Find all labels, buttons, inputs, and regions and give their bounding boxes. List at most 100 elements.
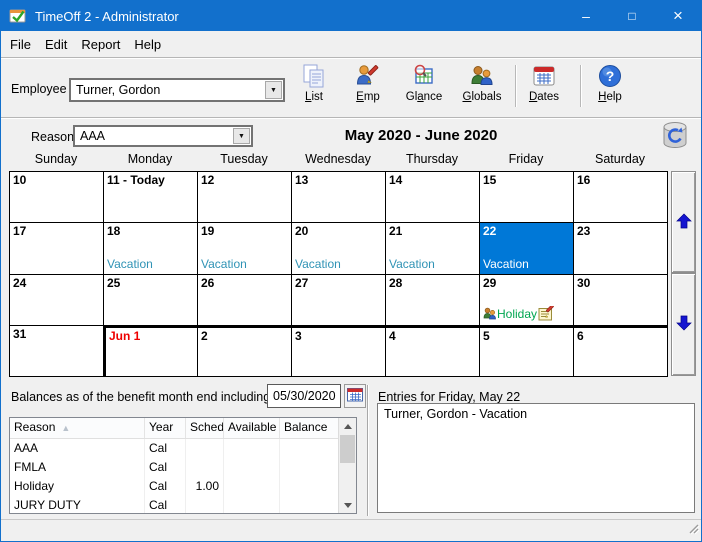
column-header-reason[interactable]: Reason ▲ (10, 418, 145, 438)
cell-entry[interactable]: Vacation (483, 257, 529, 271)
toolbar-button-list[interactable]: List (289, 63, 339, 113)
table-row[interactable]: FMLA Cal (10, 458, 356, 477)
calendar-cell-5[interactable]: 5 (480, 325, 574, 377)
table-row[interactable]: AAA Cal (10, 439, 356, 458)
calendar-cell-25[interactable]: 25 (104, 274, 198, 326)
calendar-cell-12[interactable]: 12 (198, 172, 292, 224)
calendar-cell-26[interactable]: 26 (198, 274, 292, 326)
toolbar-button-help[interactable]: ? Help (585, 63, 635, 113)
scroll-up-button[interactable] (671, 171, 696, 273)
table-cell (186, 439, 224, 458)
calendar-cell-23[interactable]: 23 (574, 223, 668, 275)
table-cell: JURY DUTY (10, 496, 145, 513)
calendar-cell-21[interactable]: 21 Vacation (386, 223, 480, 275)
calendar-cell-24[interactable]: 24 (10, 274, 104, 326)
calendar-cell-3[interactable]: 3 (292, 325, 386, 377)
reason-dropdown-arrow-icon[interactable]: ▼ (233, 128, 250, 144)
balances-date-input[interactable]: 05/30/2020 (267, 384, 341, 408)
window-title: TimeOff 2 - Administrator (35, 8, 179, 24)
day-number: 27 (295, 275, 309, 290)
toolbar-button-glance[interactable]: Glance (399, 63, 449, 113)
scroll-down-button[interactable] (671, 273, 696, 376)
cell-entry[interactable]: Holiday (483, 305, 554, 322)
day-header-saturday: Saturday (594, 152, 646, 166)
day-number: 19 (201, 224, 215, 239)
cell-entry[interactable]: Vacation (107, 257, 153, 271)
close-button[interactable]: × (655, 1, 701, 31)
calendar-cell-15[interactable]: 15 (480, 172, 574, 224)
note-icon (538, 305, 554, 321)
window-controls: – □ × (563, 1, 701, 31)
calendar-cell-2[interactable]: 2 (198, 325, 292, 377)
entries-listbox[interactable]: Turner, Gordon - Vacation (377, 403, 695, 513)
toolbar-label: List (305, 91, 323, 103)
table-cell: 1.00 (186, 477, 224, 496)
reason-value: AAA (80, 129, 106, 143)
menu-item-file[interactable]: File (3, 33, 38, 56)
maximize-button[interactable]: □ (609, 1, 655, 31)
reason-combobox[interactable]: AAA ▼ (73, 125, 253, 147)
balances-table-header: Reason ▲ Year Sched Available Balance (10, 418, 356, 439)
menu-item-edit[interactable]: Edit (38, 33, 74, 56)
glance-icon (414, 64, 433, 84)
column-header-sched[interactable]: Sched (186, 418, 224, 438)
cell-entry[interactable]: Vacation (389, 257, 435, 271)
day-header-friday: Friday (508, 152, 544, 166)
recycle-icon (663, 122, 687, 148)
toolbar-label: Help (598, 91, 622, 103)
scroll-up-icon (675, 213, 692, 228)
calendar-cell-13[interactable]: 13 (292, 172, 386, 224)
app-window: TimeOff 2 - Administrator – □ × File Edit… (0, 0, 702, 542)
calendar-cell-jun-1[interactable]: Jun 1 (104, 325, 198, 377)
calendar-cell-10[interactable]: 10 (10, 172, 104, 224)
day-number: 5 (483, 328, 490, 343)
calendar-cell-27[interactable]: 27 (292, 274, 386, 326)
calendar-cell-31[interactable]: 31 (10, 325, 104, 377)
day-number: 24 (13, 275, 27, 290)
cell-entry[interactable]: Vacation (201, 257, 247, 271)
calendar-cell-14[interactable]: 14 (386, 172, 480, 224)
table-cell: Cal (145, 439, 186, 458)
calendar-cell-6[interactable]: 6 (574, 325, 668, 377)
toolbar-button-dates[interactable]: Dates (519, 63, 569, 113)
minimize-button[interactable]: – (563, 1, 609, 31)
entry-text: Vacation (389, 256, 435, 271)
mini-calendar-icon (347, 387, 363, 406)
resize-grip-icon[interactable] (688, 522, 700, 540)
calendar-cell-28[interactable]: 28 (386, 274, 480, 326)
column-header-balance[interactable]: Balance (280, 418, 339, 438)
calendar-cell-18[interactable]: 18 Vacation (104, 223, 198, 275)
entries-item[interactable]: Turner, Gordon - Vacation (384, 407, 688, 421)
table-row[interactable]: JURY DUTY Cal (10, 496, 356, 513)
cell-entry[interactable]: Vacation (295, 257, 341, 271)
toolbar-button-globals[interactable]: Globals (457, 63, 507, 113)
column-header-year[interactable]: Year (145, 418, 186, 438)
calendar-cell-11-today[interactable]: 11 - Today (104, 172, 198, 224)
toolbar-button-emp[interactable]: Emp (343, 63, 393, 113)
toolbar-separator (515, 65, 517, 107)
recycle-icon[interactable] (658, 118, 692, 152)
scrollbar-down-arrow[interactable] (339, 497, 356, 513)
calendar-cell-19[interactable]: 19 Vacation (198, 223, 292, 275)
calendar-cell-17[interactable]: 17 (10, 223, 104, 275)
table-row[interactable]: Holiday Cal 1.00 (10, 477, 356, 496)
date-picker-button[interactable] (344, 384, 366, 408)
toolbar: List Emp Glance Globals Dates ? Help (1, 59, 701, 115)
calendar-cell-29[interactable]: 29 Holiday (480, 274, 574, 326)
calendar-cell-20[interactable]: 20 Vacation (292, 223, 386, 275)
resize-grip-icon (689, 524, 700, 535)
column-header-available[interactable]: Available (224, 418, 280, 438)
entry-text: Vacation (107, 256, 153, 271)
scrollbar-up-arrow[interactable] (339, 418, 356, 434)
menu-item-report[interactable]: Report (74, 33, 127, 56)
calendar-cell-22[interactable]: 22 Vacation (480, 223, 574, 275)
day-number: 4 (389, 328, 396, 343)
calendar-cell-4[interactable]: 4 (386, 325, 480, 377)
calendar-cell-16[interactable]: 16 (574, 172, 668, 224)
table-cell (186, 458, 224, 477)
sort-ascending-icon: ▲ (61, 423, 71, 433)
menu-item-help[interactable]: Help (127, 33, 168, 56)
calendar-cell-30[interactable]: 30 (574, 274, 668, 326)
table-scrollbar[interactable] (338, 418, 356, 513)
scrollbar-thumb[interactable] (340, 435, 355, 463)
